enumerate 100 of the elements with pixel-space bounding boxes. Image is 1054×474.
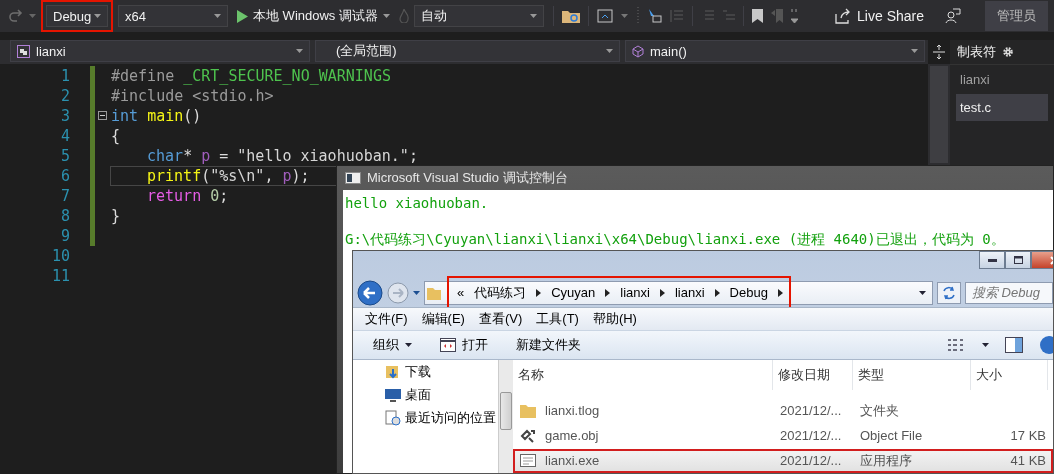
collapse-icon[interactable] [98, 111, 107, 120]
caret-icon[interactable] [919, 290, 926, 295]
navigation-item[interactable]: 桌面 [385, 385, 498, 405]
menu-item[interactable]: 帮助(H) [592, 309, 637, 328]
folder-icon [520, 403, 536, 419]
minimize-button[interactable] [979, 251, 1005, 269]
code-line: return 0; [146, 186, 230, 206]
line-number: 8 [59, 207, 70, 225]
wrench-icon [520, 428, 536, 444]
line-number: 11 [50, 267, 70, 285]
maximize-icon [1013, 256, 1023, 264]
console-line: G:\代码练习\Cyuyan\lianxi\lianxi\x64\Debug\lianxi.exe (进程 4640)已退出，代码为 0。 [345, 231, 1005, 247]
navigation-item[interactable]: 下载 [385, 362, 498, 382]
menu-item[interactable]: 工具(T) [536, 309, 579, 328]
caret-icon [982, 343, 989, 348]
file-size: 17 KB [1009, 428, 1047, 444]
code-line: { [110, 126, 122, 146]
user-badge[interactable]: 管理员 [985, 1, 1048, 31]
column-header[interactable]: 修改日期 [773, 360, 853, 390]
panel-item[interactable]: lianxi [956, 69, 1048, 90]
column-header[interactable]: 大小 [971, 360, 1048, 390]
breadcrumb-item[interactable]: Debug [729, 285, 768, 301]
caret-icon [529, 14, 537, 18]
menu-item[interactable]: 查看(V) [478, 309, 523, 328]
caret-icon [620, 14, 628, 18]
line-number: 1 [59, 67, 70, 85]
file-name: lianxi.tlog [544, 403, 600, 419]
file-row[interactable]: game.obj 2021/12/... Object File 17 KB [513, 424, 1053, 448]
menu-item[interactable]: 文件(F) [365, 309, 408, 328]
breadcrumb-item[interactable]: lianxi [620, 285, 650, 301]
split-icon[interactable] [933, 45, 945, 59]
column-header[interactable]: 类型 [853, 360, 971, 390]
chevron-icon [605, 288, 611, 297]
minimize-icon [987, 258, 997, 262]
caret-icon [382, 14, 390, 18]
breadcrumb-item[interactable]: lianxi [674, 285, 705, 301]
project-dropdown[interactable]: lianxi [10, 40, 310, 62]
line-number: 2 [59, 87, 70, 105]
run-button[interactable]: 本地 Windows 调试器 [233, 5, 394, 27]
breadcrumb-overflow[interactable]: « [457, 285, 465, 301]
breadcrumb-item[interactable]: Cyuyan [551, 285, 596, 301]
line-number: 3 [59, 107, 70, 125]
file-date: 2021/12/... [779, 428, 843, 444]
scope-dropdown[interactable]: (全局范围) [315, 40, 620, 62]
toolbar-command[interactable]: 组织 [373, 336, 412, 355]
preview-pane-icon[interactable] [1005, 337, 1023, 354]
code-line: #include <stdio.h> [110, 86, 275, 106]
redo-icon[interactable] [8, 8, 24, 24]
file-name: game.obj [544, 428, 599, 444]
caret-icon [606, 49, 613, 53]
pointer-icon[interactable] [647, 9, 662, 23]
refresh-icon[interactable] [937, 281, 961, 304]
line-number: 6 [59, 167, 70, 185]
grip-icon [635, 7, 640, 25]
line-number: 10 [50, 247, 70, 265]
navigation-item[interactable]: 最近访问的位置 [385, 408, 498, 428]
panel-item[interactable]: test.c [956, 94, 1048, 121]
back-icon[interactable] [357, 279, 383, 306]
breadcrumb-item[interactable]: 代码练习 [474, 283, 527, 302]
console-icon [345, 172, 361, 184]
folder-icon [427, 285, 441, 300]
menu-item[interactable]: 编辑(E) [421, 309, 465, 328]
line-number: 5 [59, 147, 70, 165]
folder-search-icon[interactable] [561, 9, 580, 23]
window-icon[interactable] [596, 9, 613, 23]
line-number: 4 [59, 127, 70, 145]
document-icon [385, 410, 401, 426]
play-icon [237, 9, 248, 23]
live-share-button[interactable]: Live Share [829, 7, 930, 25]
toolbar-command[interactable]: 打开 [440, 336, 488, 355]
overflow-icon[interactable] [790, 8, 798, 24]
project-icon [17, 44, 30, 58]
scrollbar[interactable] [498, 360, 513, 473]
startup-dropdown[interactable]: 自动 [413, 5, 544, 27]
toolbar-command[interactable]: 新建文件夹 [516, 336, 581, 355]
panel-title: 制表符 [957, 43, 996, 61]
file-row[interactable]: lianxi.tlog 2021/12/... 文件夹 [513, 399, 1053, 423]
configuration-dropdown[interactable]: Debug [46, 5, 108, 27]
console-line: hello xiaohuoban. [345, 195, 489, 211]
chevron-icon [714, 288, 720, 297]
file-row[interactable]: lianxi.exe 2021/12/... 应用程序 41 KB [513, 449, 1053, 473]
code-line: #define _CRT_SECURE_NO_WARNINGS [110, 66, 392, 86]
platform-dropdown[interactable]: x64 [118, 5, 228, 27]
code-line: int main() [110, 106, 203, 126]
view-options-icon[interactable] [948, 338, 966, 353]
chevron-icon [777, 288, 783, 297]
column-header[interactable]: 名称 [513, 360, 773, 390]
maximize-button[interactable] [1005, 251, 1031, 269]
window-icon [440, 338, 456, 353]
caret-icon [94, 14, 101, 18]
code-line: char* p = "hello xiaohuoban."; [146, 146, 419, 166]
feedback-icon[interactable] [945, 8, 961, 24]
download-folder-icon [385, 364, 401, 380]
member-dropdown[interactable]: main() [625, 40, 925, 62]
bookmark-icon[interactable] [751, 9, 763, 23]
settings-icon[interactable] [1002, 46, 1014, 58]
chevron-icon [536, 288, 542, 297]
search-field[interactable]: 搜索 Debug [965, 281, 1053, 304]
file-date: 2021/12/... [779, 403, 843, 419]
file-size: 41 KB [1009, 453, 1047, 469]
